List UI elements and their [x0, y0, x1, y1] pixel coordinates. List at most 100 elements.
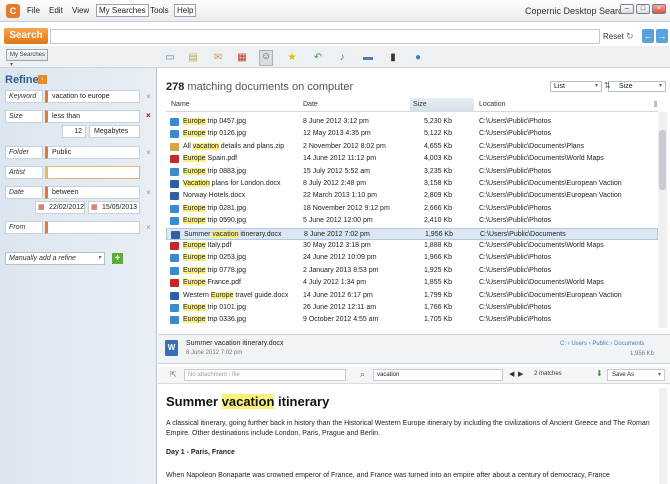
menu-file[interactable]: File	[27, 6, 40, 15]
search-input[interactable]	[50, 29, 600, 44]
size-value-input[interactable]: 12	[62, 125, 86, 138]
menu-tools[interactable]: Tools	[150, 6, 169, 15]
preview-scrollbar[interactable]	[659, 388, 667, 484]
file-name-text: itinerary.docx	[238, 230, 282, 238]
sort-order-icon[interactable]: ⇅	[604, 81, 611, 90]
table-row[interactable]: Norway Hotels.docx 22 March 2013 1:10 pm 2…	[166, 190, 658, 202]
menu-edit[interactable]: Edit	[49, 6, 63, 15]
history-icon[interactable]: ↶	[311, 52, 325, 64]
add-refine-button[interactable]: +	[112, 253, 123, 264]
file-name-highlight: Europe	[210, 291, 234, 299]
picture-icon[interactable]: ▬	[361, 52, 375, 64]
breadcrumb: C: › Users › Public › Documents	[560, 341, 645, 347]
maximize-icon[interactable]: □	[636, 4, 650, 14]
table-row[interactable]: Europe trip 0336.jpg 9 October 2012 4:55 …	[166, 314, 658, 326]
table-row[interactable]: Europe trip 0253.jpg 24 June 2012 10:09 p…	[166, 252, 658, 264]
file-name: Europe trip 0590.jpg	[183, 215, 246, 227]
file-name-text: plans for London.docx	[209, 180, 281, 187]
find-in-document-input[interactable]: vacation	[373, 369, 503, 381]
chevron-down-icon: ▾	[658, 83, 662, 89]
jpg-file-icon	[170, 254, 179, 263]
close-icon[interactable]: ×	[652, 4, 666, 14]
remove-date-icon[interactable]: ×	[146, 188, 151, 197]
preview-date: 8 June 2012 7:02 pm	[186, 350, 243, 356]
image-icon[interactable]: ▭	[163, 52, 177, 64]
table-row[interactable]: Europe France.pdf 4 July 2012 1:34 pm 1,85…	[166, 277, 658, 289]
file-name-text: Western	[183, 291, 211, 299]
calendar-to-icon[interactable]: ▦	[91, 203, 98, 211]
file-location: C:\Users\Public\Documents\European Vacti…	[479, 180, 622, 187]
save-as-select[interactable]: Save As ▾	[607, 369, 665, 381]
breadcrumb-item[interactable]: Documents	[614, 341, 644, 347]
size-operator-select[interactable]: less than	[45, 110, 140, 123]
file-name: All vacation details and plans.zip	[183, 141, 284, 153]
back-arrow-icon[interactable]: ←	[642, 29, 654, 43]
pdf-file-icon	[170, 279, 179, 288]
breadcrumb-item[interactable]: C:	[560, 341, 566, 347]
column-name[interactable]: Name	[171, 101, 190, 108]
file-location: C:\Users\Public\Documents\European Vacti…	[479, 192, 622, 200]
remove-keyword-icon[interactable]: ×	[146, 92, 151, 101]
document-icon[interactable]: ▤	[186, 52, 200, 64]
file-location: C:\Users\Public\Documents\Plans	[479, 142, 585, 150]
table-row[interactable]: Europe Italy.pdf 30 May 2012 3:18 pm 1,888…	[166, 240, 658, 252]
calendar-icon[interactable]: ▦	[235, 52, 249, 64]
breadcrumb-item[interactable]: Users	[571, 341, 587, 347]
keyword-input[interactable]: vacation to europe	[45, 90, 140, 103]
from-input[interactable]	[45, 221, 140, 234]
table-row[interactable]: Western Europe travel guide.docx 14 June …	[166, 290, 658, 302]
attachment-select[interactable]: No attachment / file	[184, 369, 346, 381]
refine-options-icon[interactable]: ↓	[38, 75, 47, 84]
table-row[interactable]: Europe trip 0281.jpg 18 November 2012 9:1…	[166, 203, 658, 215]
minimize-icon[interactable]: –	[620, 4, 634, 14]
contact-icon[interactable]: ☺	[259, 50, 273, 66]
column-size[interactable]: Size	[413, 101, 427, 108]
table-row[interactable]: All vacation details and plans.zip 2 Nove…	[166, 141, 658, 153]
word-document-icon: W	[165, 340, 178, 356]
remove-from-icon[interactable]: ×	[146, 223, 151, 232]
web-icon[interactable]: ●	[411, 52, 425, 64]
table-row[interactable]: Europe trip 0101.jpg 26 June 2012 12:11 a…	[166, 302, 658, 314]
remove-folder-icon[interactable]: ×	[146, 148, 151, 157]
menu-view[interactable]: View	[72, 6, 89, 15]
table-row[interactable]: Europe trip 0126.jpg 12 May 2013 4:35 pm 5…	[166, 128, 658, 140]
column-date[interactable]: Date	[303, 101, 318, 108]
reset-icon[interactable]: ↻	[626, 31, 634, 42]
table-row[interactable]: Europe trip 0883.jpg 15 July 2012 5:52 am…	[166, 166, 658, 178]
table-row[interactable]: Summer vacation itinerary.docx 8 June 201…	[166, 227, 658, 240]
table-row[interactable]: Europe Spain.pdf 14 June 2012 11:12 pm 4,0…	[166, 153, 658, 165]
next-match-icon[interactable]: ▶	[518, 370, 523, 378]
music-icon[interactable]: ♪	[335, 52, 349, 64]
table-row[interactable]: Europe trip 0457.jpg 8 June 2012 3:12 pm 5…	[166, 116, 658, 128]
size-unit-select[interactable]: Megabytes	[89, 125, 140, 138]
date-operator-select[interactable]: between	[45, 186, 140, 199]
search-button[interactable]: Search	[4, 28, 48, 44]
folder-input[interactable]: Public	[45, 146, 140, 159]
file-name-text: Norway Hotels.docx	[183, 192, 246, 200]
previous-match-icon[interactable]: ◀	[509, 370, 514, 378]
email-icon[interactable]: ✉	[211, 52, 225, 64]
table-row[interactable]: Europe trip 0778.jpg 2 January 2013 8:53 …	[166, 265, 658, 277]
video-icon[interactable]: ▮	[386, 52, 400, 64]
table-row[interactable]: Vacation plans for London.docx 8 July 201…	[166, 178, 658, 190]
expand-icon[interactable]: ⇱	[170, 370, 177, 379]
file-size: 5,230 Kb	[423, 118, 452, 125]
table-row[interactable]: Europe trip 0590.jpg 5 June 2012 12:00 pm…	[166, 215, 658, 227]
results-scrollbar-thumb[interactable]	[659, 130, 666, 190]
remove-size-icon[interactable]: ×	[146, 111, 151, 120]
view-mode-value: List	[554, 83, 565, 90]
column-location[interactable]: Location	[479, 101, 505, 108]
menu-my-searches[interactable]: My Searches	[96, 4, 149, 17]
reset-button[interactable]: Reset	[603, 32, 624, 41]
my-searches-dropdown[interactable]: My Searches ▾	[6, 49, 48, 68]
menu-help[interactable]: Help	[174, 4, 197, 17]
breadcrumb-item[interactable]: Public	[592, 341, 608, 347]
view-mode-select[interactable]: List ▾	[550, 81, 602, 92]
calendar-from-icon[interactable]: ▦	[38, 203, 45, 211]
artist-input[interactable]	[45, 166, 140, 179]
sort-select[interactable]: Size ▾	[608, 81, 666, 92]
manual-refine-select[interactable]: Manually add a refine ▾	[5, 252, 105, 265]
forward-arrow-icon[interactable]: →	[656, 29, 668, 43]
favorite-icon[interactable]: ★	[285, 52, 299, 64]
columns-icon[interactable]: ⫴	[654, 100, 657, 110]
